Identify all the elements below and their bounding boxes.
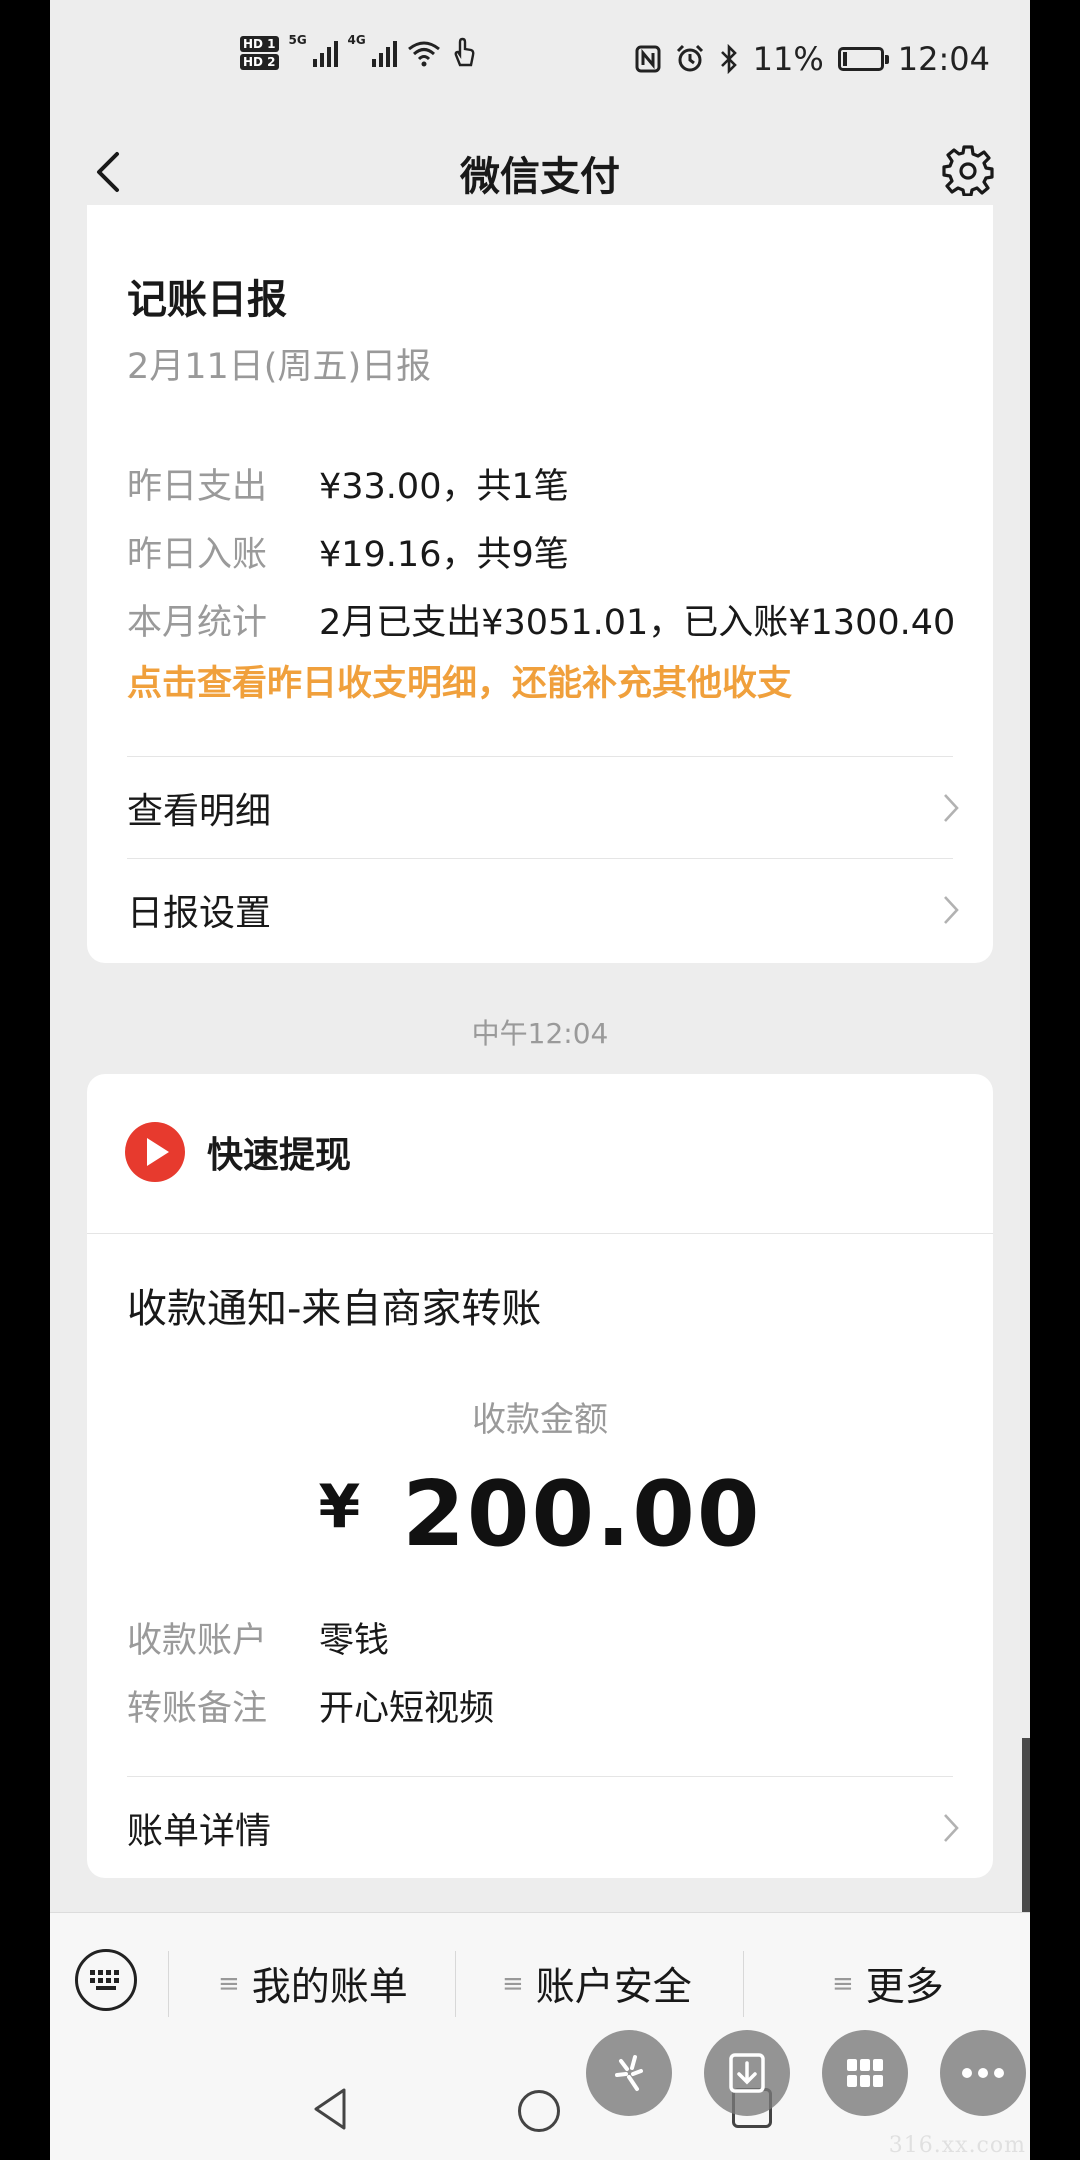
keyboard-icon <box>90 1970 119 1990</box>
bluetooth-icon <box>720 44 737 74</box>
signal-5g-icon: 5G <box>289 33 338 67</box>
source-name: 快速提现 <box>207 1135 352 1176</box>
message-timestamp: 中午12:04 <box>471 1017 609 1050</box>
settings-button[interactable] <box>936 138 1000 202</box>
keyboard-button[interactable] <box>75 1949 137 2011</box>
menu-separator <box>743 1951 744 2017</box>
report-settings-link[interactable]: 日报设置 <box>127 860 963 960</box>
payment-notification-card[interactable]: 快速提现 收款通知-来自商家转账 收款金额 ¥200.00 收款账户 零钱 转账… <box>87 1074 993 1878</box>
detail-value: 开心短视频 <box>319 1689 495 1729</box>
detail-value: 零钱 <box>319 1621 390 1661</box>
menu-item-label: 账户安全 <box>535 1965 692 2010</box>
download-float-button[interactable] <box>704 2030 790 2116</box>
report-settings-label: 日报设置 <box>127 893 272 934</box>
menu-separator <box>455 1951 456 2017</box>
network-4g-label: 4G <box>347 33 366 47</box>
clock: 12:04 <box>897 40 990 78</box>
menu-item-my-bills[interactable]: ≡ 我的账单 <box>218 1953 408 2015</box>
detail-row: 转账备注 开心短视频 <box>127 1680 494 1731</box>
menu-item-more[interactable]: ≡ 更多 <box>832 1953 944 2015</box>
bill-details-label: 账单详情 <box>127 1811 272 1852</box>
report-hint[interactable]: 点击查看昨日收支明细，还能补充其他收支 <box>127 655 792 706</box>
sparkle-icon <box>615 2055 643 2091</box>
nfc-icon <box>635 45 661 73</box>
grid-icon <box>847 2059 883 2087</box>
report-row: 昨日支出 ¥33.00，共1笔 <box>127 458 569 509</box>
battery-icon <box>837 47 889 71</box>
status-bar: HD 1 HD 2 5G 4G 11% 12:04 <box>50 0 1030 124</box>
report-row-value: ¥19.16，共9笔 <box>319 535 569 575</box>
wifi-icon <box>407 41 440 67</box>
detail-label: 转账备注 <box>127 1689 268 1729</box>
divider <box>127 756 953 757</box>
sim-indicator: HD 1 HD 2 <box>240 36 279 70</box>
detail-label: 收款账户 <box>127 1621 268 1661</box>
more-dots-icon <box>962 2068 1004 2078</box>
payment-source[interactable]: 快速提现 <box>125 1122 351 1182</box>
report-row-value: ¥33.00，共1笔 <box>319 467 569 507</box>
alarm-icon <box>676 44 703 72</box>
report-row-label: 本月统计 <box>127 603 268 643</box>
currency-symbol: ¥ <box>318 1472 363 1542</box>
menu-separator <box>168 1951 169 2017</box>
nav-home-icon[interactable] <box>518 2090 560 2132</box>
report-row: 本月统计 2月已支出¥3051.01，已入账¥1300.40 <box>127 594 955 645</box>
view-details-link[interactable]: 查看明细 <box>127 758 963 858</box>
wechat-pay-screen: HD 1 HD 2 5G 4G 11% 12:04 微信支付 记账日报 2月11… <box>50 0 1030 2160</box>
signal-4g-icon: 4G <box>348 33 397 67</box>
menu-item-label: 更多 <box>865 1965 944 2010</box>
report-row: 昨日入账 ¥19.16，共9笔 <box>127 526 569 577</box>
assistant-float-button[interactable] <box>586 2030 672 2116</box>
menu-item-account-security[interactable]: ≡ 账户安全 <box>502 1953 692 2015</box>
network-5g-label: 5G <box>288 33 307 47</box>
report-row-label: 昨日支出 <box>127 467 268 507</box>
divider <box>87 1233 993 1234</box>
menu-item-label: 我的账单 <box>251 1965 408 2010</box>
touch-hand-icon <box>454 37 474 67</box>
nav-back-icon[interactable] <box>310 2086 350 2132</box>
detail-row: 收款账户 零钱 <box>127 1612 389 1663</box>
watermark: 316.xx.com <box>888 2133 1026 2158</box>
gear-icon <box>942 145 994 196</box>
menu-icon: ≡ <box>502 1969 524 1999</box>
apps-float-button[interactable] <box>822 2030 908 2116</box>
sim2-label: HD 2 <box>240 54 279 70</box>
chevron-right-icon <box>939 896 963 924</box>
chevron-right-icon <box>939 794 963 822</box>
menu-icon: ≡ <box>218 1969 240 1999</box>
more-float-button[interactable] <box>940 2030 1026 2116</box>
bill-details-link[interactable]: 账单详情 <box>127 1778 963 1878</box>
amount-value: ¥200.00 <box>87 1462 993 1567</box>
battery-percent: 11% <box>752 40 824 78</box>
amount-number: 200.00 <box>402 1462 762 1567</box>
page-title: 微信支付 <box>460 154 620 200</box>
report-row-label: 昨日入账 <box>127 535 268 575</box>
download-icon <box>729 2053 765 2093</box>
report-row-value: 2月已支出¥3051.01，已入账¥1300.40 <box>319 603 956 643</box>
app-logo <box>125 1122 185 1182</box>
divider <box>127 1776 953 1777</box>
daily-report-card[interactable]: 记账日报 2月11日(周五)日报 昨日支出 ¥33.00，共1笔 昨日入账 ¥1… <box>87 205 993 963</box>
report-date: 2月11日(周五)日报 <box>127 347 432 387</box>
report-title: 记账日报 <box>127 277 287 323</box>
sim1-label: HD 1 <box>240 36 279 52</box>
chevron-right-icon <box>939 1814 963 1842</box>
scrollbar[interactable] <box>1022 1738 1030 1916</box>
menu-icon: ≡ <box>832 1969 854 1999</box>
amount-label: 收款金额 <box>472 1400 608 1440</box>
view-details-label: 查看明细 <box>127 791 272 832</box>
divider <box>127 858 953 859</box>
notice-title: 收款通知-来自商家转账 <box>127 1286 542 1332</box>
